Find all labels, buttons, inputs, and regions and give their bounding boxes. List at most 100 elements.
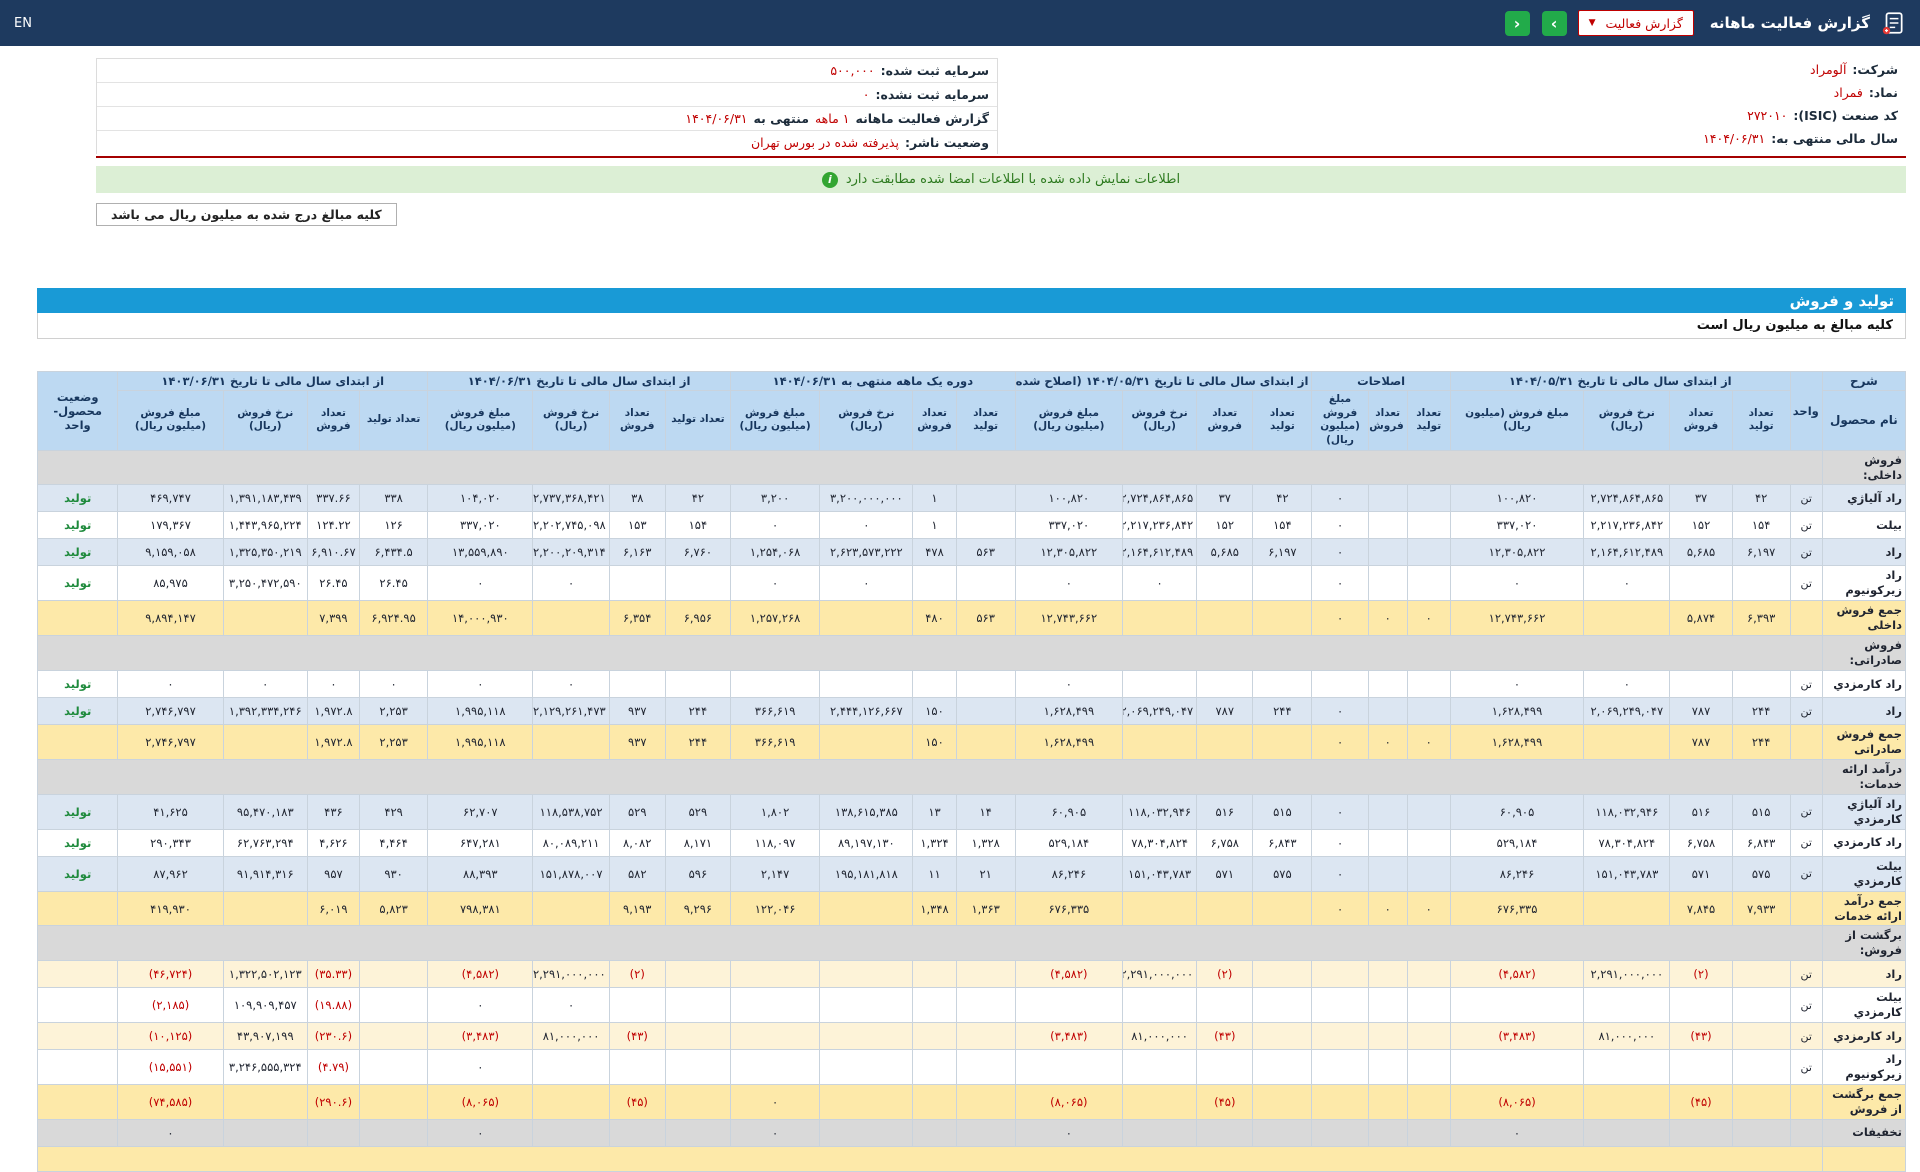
column-header: از ابتدای سال مالی تا تاریخ ۱۴۰۴/۰۶/۳۱ [428,372,731,391]
table-cell: تولید [38,485,118,512]
table-cell: ۱۳ [913,794,956,829]
table-cell [1407,1085,1450,1120]
table-cell: ۰ [118,1119,223,1146]
table-cell [913,671,956,698]
table-cell: ۹,۸۹۴,۱۴۷ [118,601,223,636]
table-cell: (۴,۵۸۲) [1450,961,1583,988]
table-cell [665,961,730,988]
table-cell [1407,829,1450,856]
table-cell [38,636,1823,671]
table-cell [1123,1050,1197,1085]
table-cell: تولید [38,566,118,601]
table-cell: ۲,۲۹۱,۰۰۰,۰۰۰ [1123,961,1197,988]
table-cell: راد [1822,539,1905,566]
section-row: برگشت از فروش: [38,926,1906,961]
symbol-row: نماد: فمراد [1691,81,1906,104]
table-cell: تولید [38,698,118,725]
table-cell: ۰ [1584,671,1670,698]
table-cell: ۵۷۱ [1197,856,1253,891]
table-cell: ۲۴۴ [1253,698,1312,725]
table-cell: ۲۴۴ [1732,698,1790,725]
table-cell: ۸,۱۷۱ [665,829,730,856]
table-cell: ۱۲,۷۴۳,۶۶۲ [1450,601,1583,636]
table-cell [223,1085,307,1120]
page: { "colors": { "topbar_bg": "#1e3a5f", "a… [0,0,1920,1080]
table-cell: راد زیرکونیوم [1822,1050,1905,1085]
table-cell [1123,988,1197,1023]
table-cell: ۰ [730,1119,819,1146]
table-cell [533,1050,609,1085]
table-cell [38,961,118,988]
table-cell: ۱۵۱,۸۷۸,۰۰۷ [533,856,609,891]
table-cell: ۷۸۷ [1197,698,1253,725]
table-cell: جمع فروش صادراتی [1822,725,1905,760]
table-cell [1790,891,1822,926]
table-cell [1584,988,1670,1023]
table-cell: ۰ [1312,794,1368,829]
column-header: نرخ فروش (ریال) [1123,391,1197,451]
table-cell: ۶۲,۷۶۳,۲۹۴ [223,829,307,856]
table-row: رادتن۲۴۴۷۸۷۲,۰۶۹,۲۴۹,۰۴۷۱,۶۲۸,۴۹۹۰۲۴۴۷۸۷… [38,698,1906,725]
table-cell [1368,698,1407,725]
table-cell: تولید [38,539,118,566]
next-report-button[interactable]: › [1542,11,1567,36]
table-wrap: شرحواحداز ابتدای سال مالی تا تاریخ ۱۴۰۴/… [37,371,1906,1172]
table-cell: ۶,۷۶۰ [665,539,730,566]
table-cell: ۴۲۹ [360,794,428,829]
table-cell: ۱۵۴ [1253,512,1312,539]
table-cell [38,1085,118,1120]
table-cell [1407,1023,1450,1050]
section-title: تولید و فروش [1790,292,1894,310]
column-header: تعداد تولید [1253,391,1312,451]
table-cell [913,1050,956,1085]
report-type-dropdown[interactable]: گزارش فعالیت ▼ [1578,10,1694,36]
table-cell [1670,1050,1732,1085]
table-cell: ۳۷ [1197,485,1253,512]
column-header: مبلغ فروش (میلیون ریال) [1450,391,1583,451]
table-cell [1197,1050,1253,1085]
table-cell: ۲,۷۴۶,۷۹۷ [118,698,223,725]
table-row [38,1146,1906,1171]
table-cell [1123,1085,1197,1120]
table-cell: ۱۴,۰۰۰,۹۳۰ [428,601,533,636]
table-cell [360,1023,428,1050]
table-cell: ۰ [1407,891,1450,926]
table-cell [1670,988,1732,1023]
table-cell: تن [1790,512,1822,539]
table-cell: ۶,۸۴۳ [1253,829,1312,856]
table-row: راد آلیاژي کارمزديتن۵۱۵۵۱۶۱۱۸,۰۳۲,۹۴۶۶۰,… [38,794,1906,829]
table-cell: ۱۳۸,۶۱۵,۳۸۵ [820,794,913,829]
table-cell: ۱ [913,512,956,539]
table-cell: ۰ [1312,485,1368,512]
table-cell: ۳,۲۰۰,۰۰۰,۰۰۰ [820,485,913,512]
table-cell: ۰ [307,671,359,698]
table-cell: ۶,۷۵۸ [1197,829,1253,856]
table-cell: ۵,۶۸۵ [1197,539,1253,566]
table-cell: ۵۲۹,۱۸۴ [1015,829,1122,856]
table-cell: (۲۳۰.۶) [307,1023,359,1050]
table-cell: ۳,۲۵۰,۴۷۲,۵۹۰ [223,566,307,601]
table-cell: تولید [38,856,118,891]
table-cell [223,1119,307,1146]
table-cell [913,988,956,1023]
table-cell: ۱۹۵,۱۸۱,۸۱۸ [820,856,913,891]
table-cell: ۰ [1312,891,1368,926]
table-cell [533,891,609,926]
table-row: جمع درآمد ارائه خدمات۷,۹۳۳۷,۸۴۵۶۷۶,۳۳۵۰۰… [38,891,1906,926]
table-cell [1368,671,1407,698]
table-cell: ۴۲ [1732,485,1790,512]
prev-report-button[interactable]: ‹ [1505,11,1530,36]
language-toggle[interactable]: EN [14,16,32,31]
table-cell: ۵۲۹ [665,794,730,829]
table-cell: راد [1822,961,1905,988]
issuer-status-label: وضعیت ناشر: [905,135,989,150]
table-cell: ۴۸۰ [913,601,956,636]
table-cell: ۳۳۸ [360,485,428,512]
table-cell [956,1023,1015,1050]
table-cell: ۰ [820,566,913,601]
table-cell [1732,961,1790,988]
table-cell [913,1119,956,1146]
column-header: مبلغ فروش (میلیون ریال) [1312,391,1368,451]
table-cell: ۸۵,۹۷۵ [118,566,223,601]
registered-capital-row: سرمایه ثبت شده: ۵۰۰,۰۰۰ [97,59,997,83]
